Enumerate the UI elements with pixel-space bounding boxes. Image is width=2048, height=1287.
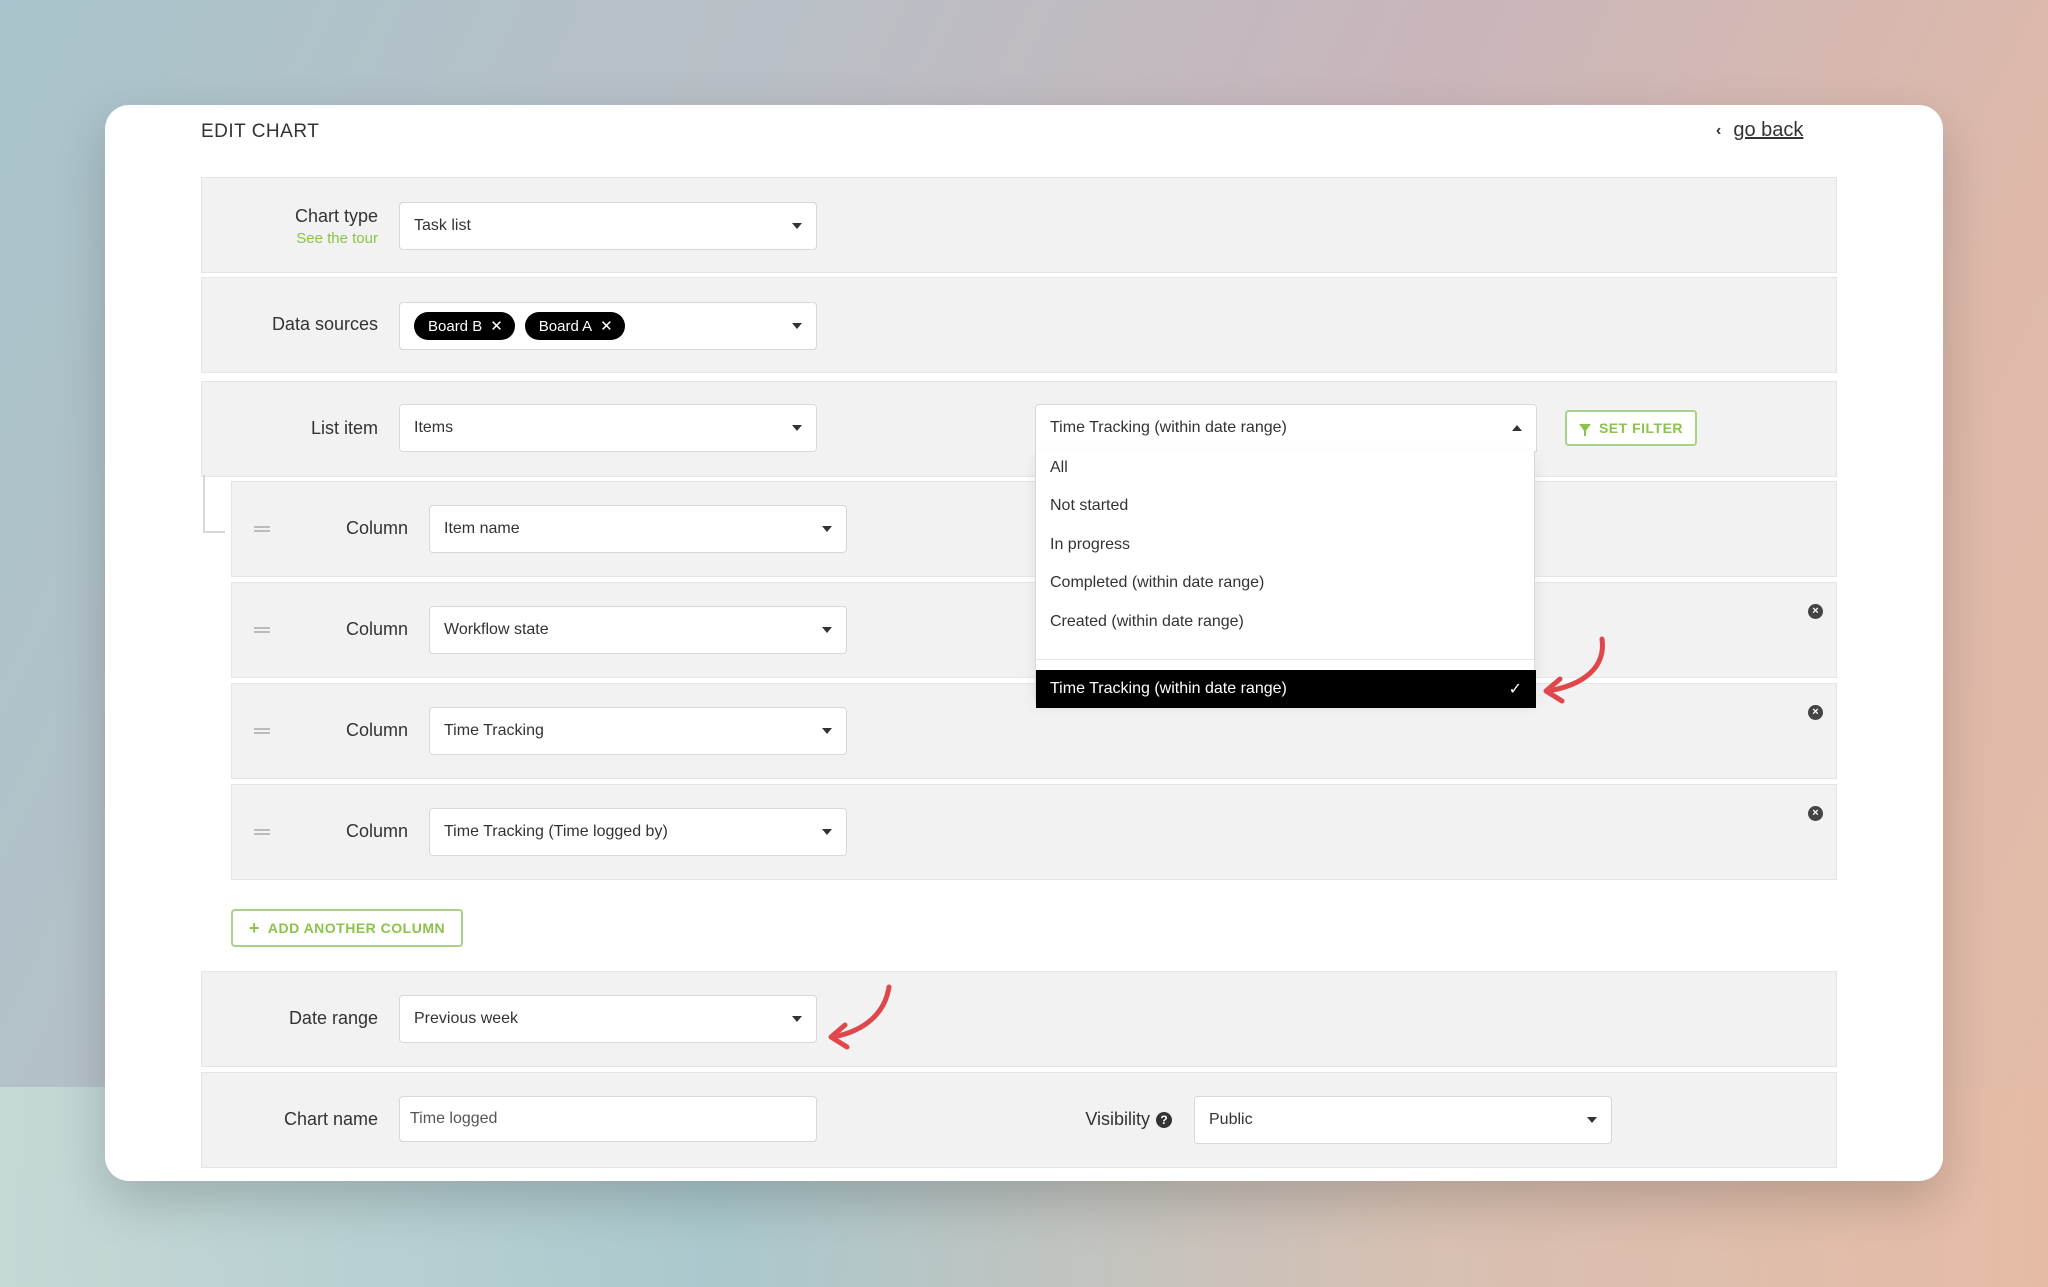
dropdown-option[interactable]: All <box>1050 459 1068 477</box>
edit-chart-card: EDIT CHART ‹ go back Chart type See the … <box>105 105 1943 1181</box>
column-label: Column <box>345 518 408 538</box>
visibility-value: Public <box>1209 1111 1253 1128</box>
chart-name-input[interactable] <box>399 1096 817 1142</box>
caret-down-icon <box>822 526 832 532</box>
add-another-column-button[interactable]: + ADD ANOTHER COLUMN <box>231 909 463 947</box>
date-range-select[interactable]: Previous week <box>399 995 817 1043</box>
column-row: Column Time Tracking (Time logged by) × <box>231 784 1837 880</box>
item-filter-value: Time Tracking (within date range) <box>1050 419 1287 436</box>
caret-up-icon <box>1512 425 1522 431</box>
column-select[interactable]: Time Tracking (Time logged by) <box>429 808 847 856</box>
chart-name-section: Chart name Visibility ? Public <box>201 1072 1837 1168</box>
chip-label: Board B <box>428 317 483 335</box>
dropdown-option[interactable]: Completed (within date range) <box>1050 574 1264 592</box>
remove-chip-icon[interactable]: ✕ <box>600 317 613 335</box>
caret-down-icon <box>792 323 802 329</box>
data-source-chip: Board A ✕ <box>524 312 625 340</box>
column-label: Column <box>345 821 408 841</box>
remove-column-icon[interactable]: × <box>1808 705 1823 720</box>
go-back-label: go back <box>1733 119 1804 141</box>
column-row: Column Item name <box>231 481 1837 577</box>
dropdown-option[interactable]: Not started <box>1050 497 1128 515</box>
chart-type-label: Chart type <box>294 206 378 226</box>
plus-icon: + <box>248 917 260 938</box>
date-range-section: Date range Previous week <box>201 971 1837 1067</box>
column-label: Column <box>345 720 408 740</box>
chip-label: Board A <box>538 317 593 335</box>
dropdown-divider <box>1036 659 1534 660</box>
data-sources-section: Data sources Board B ✕ Board A ✕ <box>201 277 1837 373</box>
tree-connector <box>203 475 225 533</box>
set-filter-button[interactable]: SET FILTER <box>1565 410 1697 446</box>
list-item-select[interactable]: Items <box>399 404 817 452</box>
column-value: Time Tracking (Time logged by) <box>444 823 668 840</box>
chart-name-label: Chart name <box>283 1109 378 1129</box>
caret-down-icon <box>822 829 832 835</box>
column-select[interactable]: Workflow state <box>429 606 847 654</box>
go-back-link[interactable]: ‹ go back <box>1716 119 1803 142</box>
filter-dropdown-menu: All Not started In progress Completed (w… <box>1035 451 1536 708</box>
annotation-arrow-icon <box>828 984 892 1050</box>
chart-type-section: Chart type See the tour Task list <box>201 177 1837 273</box>
caret-down-icon <box>822 728 832 734</box>
data-source-chips: Board B ✕ Board A ✕ <box>414 312 782 340</box>
list-item-value: Items <box>414 419 454 436</box>
remove-column-icon[interactable]: × <box>1808 604 1823 619</box>
annotation-arrow-icon <box>1543 636 1605 704</box>
dropdown-option[interactable]: Created (within date range) <box>1050 613 1244 631</box>
visibility-select[interactable]: Public <box>1194 1096 1612 1144</box>
item-filter-select[interactable]: Time Tracking (within date range) <box>1035 404 1537 452</box>
remove-column-icon[interactable]: × <box>1808 806 1823 821</box>
visibility-label: Visibility <box>1085 1109 1150 1129</box>
caret-down-icon <box>822 627 832 633</box>
check-icon: ✓ <box>1508 681 1522 698</box>
chart-type-value: Task list <box>414 217 471 234</box>
caret-down-icon <box>792 425 802 431</box>
remove-chip-icon[interactable]: ✕ <box>490 317 503 335</box>
column-value: Time Tracking <box>444 722 544 739</box>
filter-icon <box>1578 424 1591 436</box>
column-value: Workflow state <box>444 621 549 638</box>
data-sources-label: Data sources <box>271 314 378 334</box>
column-value: Item name <box>444 520 520 537</box>
selected-option-label: Time Tracking (within date range) <box>1050 680 1287 697</box>
see-the-tour-link[interactable]: See the tour <box>202 230 378 247</box>
help-icon[interactable]: ? <box>1156 1111 1172 1128</box>
column-select[interactable]: Item name <box>429 505 847 553</box>
column-select[interactable]: Time Tracking <box>429 707 847 755</box>
date-range-value: Previous week <box>414 1010 519 1027</box>
list-item-section: List item Items Time Tracking (within da… <box>201 381 1837 477</box>
add-column-label: ADD ANOTHER COLUMN <box>267 920 446 936</box>
dropdown-option[interactable]: In progress <box>1050 536 1130 554</box>
data-sources-select[interactable]: Board B ✕ Board A ✕ <box>399 302 817 350</box>
list-item-label: List item <box>310 418 378 438</box>
data-source-chip: Board B ✕ <box>414 312 515 340</box>
caret-down-icon <box>792 1016 802 1022</box>
caret-down-icon <box>792 223 802 229</box>
column-label: Column <box>345 619 408 639</box>
date-range-label: Date range <box>288 1008 378 1028</box>
dropdown-option-selected[interactable]: Time Tracking (within date range) ✓ <box>1036 670 1536 708</box>
set-filter-label: SET FILTER <box>1598 420 1684 436</box>
chart-type-select[interactable]: Task list <box>399 202 817 250</box>
chevron-left-icon: ‹ <box>1716 121 1722 139</box>
page-title: EDIT CHART <box>201 121 320 142</box>
visibility-label-group: Visibility ? <box>1052 1109 1172 1130</box>
caret-down-icon <box>1587 1117 1597 1123</box>
